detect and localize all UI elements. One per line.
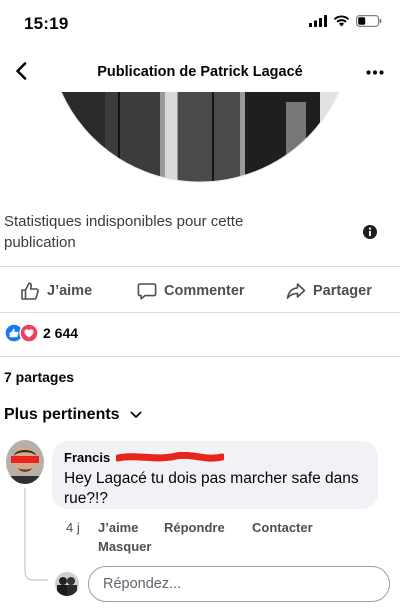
current-user-avatar: [55, 572, 79, 596]
more-options-button[interactable]: [358, 60, 392, 84]
share-button[interactable]: Partager: [286, 278, 372, 304]
current-user-avatar-image: [55, 572, 79, 596]
like-button-label: J’aime: [47, 283, 93, 299]
cellular-signal-icon: [309, 15, 327, 27]
comment-text: Hey Lagacé tu dois pas marcher safe dans…: [64, 470, 359, 507]
divider: [0, 356, 400, 357]
stats-unavailable-text: Statistiques indisponibles pour cette pu…: [4, 213, 244, 251]
more-dots-icon: [366, 69, 384, 75]
comment-bubble[interactable]: Francis Hey Lagacé tu dois pas marcher s…: [52, 441, 378, 509]
comment-like-button[interactable]: J’aime: [98, 520, 138, 535]
divider: [0, 312, 400, 313]
post-photo[interactable]: [0, 92, 400, 188]
comment-hide-button[interactable]: Masquer: [98, 539, 151, 554]
battery-icon: [356, 15, 382, 27]
post-photo-image: [48, 92, 352, 183]
share-arrow-icon: [286, 283, 306, 299]
comment-bubble-icon: [137, 283, 157, 300]
status-icons: [309, 15, 382, 27]
thumbs-up-icon: [21, 282, 39, 300]
navigation-bar: Publication de Patrick Lagacé: [0, 52, 400, 92]
comment-timestamp: 4 j: [66, 520, 80, 535]
comment-button[interactable]: Commenter: [137, 278, 245, 304]
reply-thread-line: [24, 488, 48, 581]
comment-sort-label: Plus pertinents: [4, 406, 120, 423]
shares-count[interactable]: 7 partages: [4, 369, 74, 385]
status-bar: 15:19: [0, 0, 400, 50]
comment-sort-dropdown[interactable]: Plus pertinents: [4, 406, 142, 424]
comment-author[interactable]: Francis: [64, 450, 110, 465]
commenter-avatar-image: [6, 440, 44, 484]
avatar[interactable]: [6, 440, 44, 484]
reply-input[interactable]: [88, 566, 390, 602]
reaction-count: 2 644: [43, 325, 79, 341]
chevron-down-icon: [130, 411, 141, 418]
love-reaction-icon: [19, 323, 39, 343]
like-button[interactable]: J’aime: [20, 278, 92, 304]
reactions-summary[interactable]: 2 644: [4, 322, 78, 344]
page-title: Publication de Patrick Lagacé: [97, 64, 303, 80]
comment-reply-button[interactable]: Répondre: [164, 520, 225, 535]
share-button-label: Partager: [313, 283, 372, 299]
comment-contact-button[interactable]: Contacter: [252, 520, 313, 535]
status-time: 15:19: [24, 14, 69, 33]
info-icon[interactable]: [362, 224, 378, 240]
redaction-scribble: [116, 452, 224, 462]
wifi-icon: [333, 15, 350, 27]
divider: [0, 266, 400, 267]
comment-button-label: Commenter: [164, 283, 245, 299]
